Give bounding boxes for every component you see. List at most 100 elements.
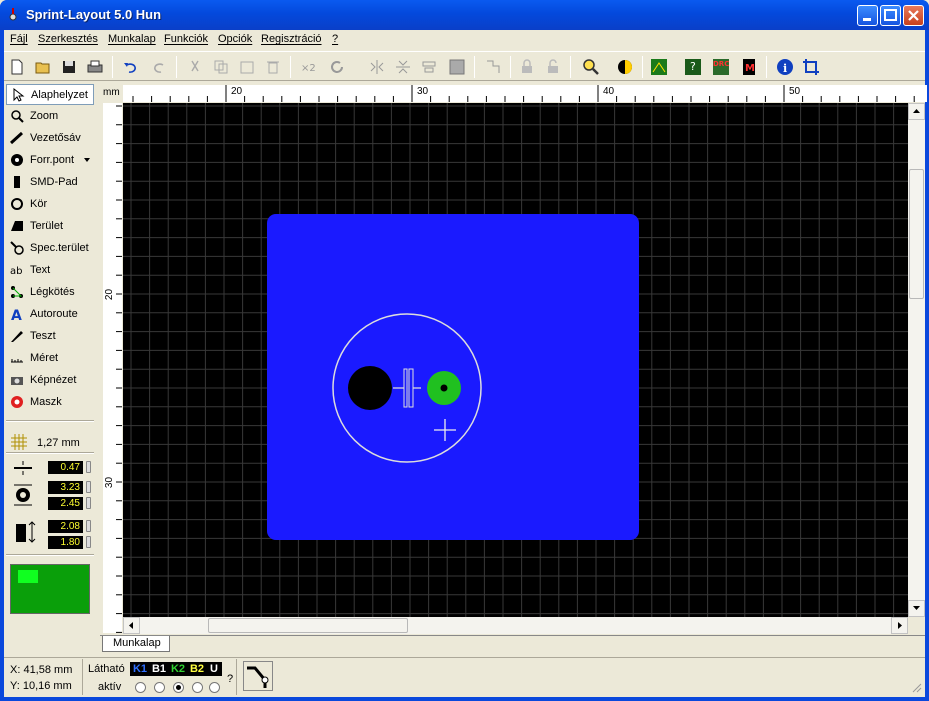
drc-icon[interactable]: DRC bbox=[712, 58, 730, 76]
layers-icon[interactable] bbox=[484, 58, 502, 76]
open-folder-icon[interactable] bbox=[34, 58, 52, 76]
active-radio-b2[interactable] bbox=[192, 682, 203, 693]
tool-photoview[interactable]: Képnézet bbox=[6, 370, 94, 391]
scroll-right-button[interactable] bbox=[891, 617, 908, 634]
menu-sheet[interactable]: Munkalap bbox=[108, 33, 156, 45]
tool-zoom[interactable]: Zoom bbox=[6, 106, 94, 127]
info-icon[interactable]: i bbox=[776, 58, 794, 76]
smd-width-field[interactable]: 2.08 bbox=[48, 520, 83, 533]
dropdown-arrow-icon[interactable] bbox=[84, 158, 90, 162]
menu-functions[interactable]: Funkciók bbox=[164, 33, 208, 45]
layer-k1-toggle[interactable]: K1 bbox=[130, 662, 150, 676]
pad-outer-spinner[interactable] bbox=[86, 481, 91, 493]
tool-measure[interactable]: Méret bbox=[6, 348, 94, 369]
undo-icon[interactable] bbox=[122, 58, 140, 76]
maximize-button[interactable] bbox=[880, 5, 901, 26]
tool-airwire[interactable]: Légkötés bbox=[6, 282, 94, 303]
delete-icon[interactable] bbox=[264, 58, 282, 76]
cut-icon[interactable] bbox=[186, 58, 204, 76]
scanner-icon[interactable] bbox=[650, 58, 668, 76]
track-width-spinner[interactable] bbox=[86, 461, 91, 473]
layer-b1-toggle[interactable]: B1 bbox=[149, 662, 169, 676]
grid-size[interactable]: 1,27 mm bbox=[37, 437, 80, 449]
layer-k2-toggle[interactable]: K2 bbox=[168, 662, 188, 676]
pad-black[interactable] bbox=[348, 366, 392, 410]
tool-circle[interactable]: Kör bbox=[6, 194, 94, 215]
tool-pointer[interactable]: Alaphelyzet bbox=[6, 84, 94, 105]
group-icon[interactable] bbox=[448, 58, 466, 76]
menu-options[interactable]: Opciók bbox=[218, 33, 252, 45]
redo-icon[interactable] bbox=[150, 58, 168, 76]
tool-pad[interactable]: Forr.pont bbox=[6, 150, 94, 171]
active-radio-k1[interactable] bbox=[135, 682, 146, 693]
title-bar[interactable]: Sprint-Layout 5.0 Hun bbox=[0, 0, 929, 30]
tool-label: Vezetősáv bbox=[30, 132, 81, 144]
mirror-v-icon[interactable] bbox=[394, 58, 412, 76]
tool-area[interactable]: Terület bbox=[6, 216, 94, 237]
tool-text[interactable]: ab Text bbox=[6, 260, 94, 281]
print-icon[interactable] bbox=[86, 58, 104, 76]
close-button[interactable] bbox=[903, 5, 924, 26]
menu-edit[interactable]: Szerkesztés bbox=[38, 33, 98, 45]
track-mode-button[interactable] bbox=[243, 661, 273, 691]
grid-icon[interactable] bbox=[11, 434, 27, 450]
help-monitor-icon[interactable]: ? bbox=[684, 58, 702, 76]
smd-height-field[interactable]: 1.80 bbox=[48, 536, 83, 549]
scroll-up-button[interactable] bbox=[908, 103, 925, 120]
menu-bar: Fájl Szerkesztés Munkalap Funkciók Opció… bbox=[4, 30, 925, 50]
ruler-label: 30 bbox=[417, 86, 429, 97]
horizontal-scrollbar[interactable] bbox=[123, 617, 908, 634]
tool-mask[interactable]: Maszk bbox=[6, 392, 94, 413]
menu-file[interactable]: Fájl bbox=[10, 33, 28, 45]
new-file-icon[interactable] bbox=[8, 58, 26, 76]
pad-inner-field[interactable]: 2.45 bbox=[48, 497, 83, 510]
scroll-down-button[interactable] bbox=[908, 600, 925, 617]
tool-special-area[interactable]: Spec.terület bbox=[6, 238, 94, 259]
layer-preview[interactable] bbox=[10, 564, 90, 614]
align-icon[interactable] bbox=[420, 58, 438, 76]
rotate-icon[interactable] bbox=[328, 58, 346, 76]
smd-height-spinner[interactable] bbox=[86, 536, 91, 548]
tab-munkalap[interactable]: Munkalap bbox=[102, 636, 170, 652]
scroll-left-button[interactable] bbox=[123, 617, 140, 634]
copy-icon[interactable] bbox=[212, 58, 230, 76]
arrow-up-icon bbox=[913, 109, 920, 113]
pad-outer-field[interactable]: 3.23 bbox=[48, 481, 83, 494]
pcb-canvas[interactable] bbox=[123, 103, 908, 617]
macro-icon[interactable]: M bbox=[740, 58, 758, 76]
pointer-icon bbox=[13, 88, 25, 102]
layer-help[interactable]: ? bbox=[227, 673, 233, 685]
layer-b2-toggle[interactable]: B2 bbox=[187, 662, 207, 676]
mirror-h-icon[interactable] bbox=[368, 58, 386, 76]
mask-icon bbox=[11, 396, 23, 408]
tool-track[interactable]: Vezetősáv bbox=[6, 128, 94, 149]
unlock-icon[interactable] bbox=[544, 58, 562, 76]
track-icon bbox=[10, 131, 24, 145]
menu-help[interactable]: ? bbox=[332, 33, 338, 45]
layer-u-toggle[interactable]: U bbox=[206, 662, 222, 676]
active-radio-u[interactable] bbox=[209, 682, 220, 693]
lock-icon[interactable] bbox=[518, 58, 536, 76]
crop-icon[interactable] bbox=[802, 58, 820, 76]
active-radio-k2[interactable] bbox=[173, 682, 184, 693]
track-width-field[interactable]: 0.47 bbox=[48, 461, 83, 474]
ruler-label: 20 bbox=[104, 288, 116, 301]
smd-width-spinner[interactable] bbox=[86, 520, 91, 532]
duplicate-icon[interactable]: ×2 bbox=[300, 58, 318, 76]
zoom-search-icon[interactable] bbox=[582, 58, 600, 76]
contrast-icon[interactable] bbox=[616, 58, 634, 76]
tool-autoroute[interactable]: A Autoroute bbox=[6, 304, 94, 325]
pad-inner-spinner[interactable] bbox=[86, 497, 91, 509]
save-icon[interactable] bbox=[60, 58, 78, 76]
active-radio-b1[interactable] bbox=[154, 682, 165, 693]
vertical-scrollbar[interactable] bbox=[908, 103, 925, 617]
menu-registration[interactable]: Regisztráció bbox=[261, 33, 322, 45]
vertical-scroll-thumb[interactable] bbox=[909, 169, 924, 299]
paste-icon[interactable] bbox=[238, 58, 256, 76]
minimize-button[interactable] bbox=[857, 5, 878, 26]
arrow-right-icon bbox=[898, 622, 902, 629]
resize-grip-icon[interactable] bbox=[910, 681, 922, 693]
tool-smd-pad[interactable]: SMD-Pad bbox=[6, 172, 94, 193]
tool-test[interactable]: Teszt bbox=[6, 326, 94, 347]
horizontal-scroll-thumb[interactable] bbox=[208, 618, 408, 633]
